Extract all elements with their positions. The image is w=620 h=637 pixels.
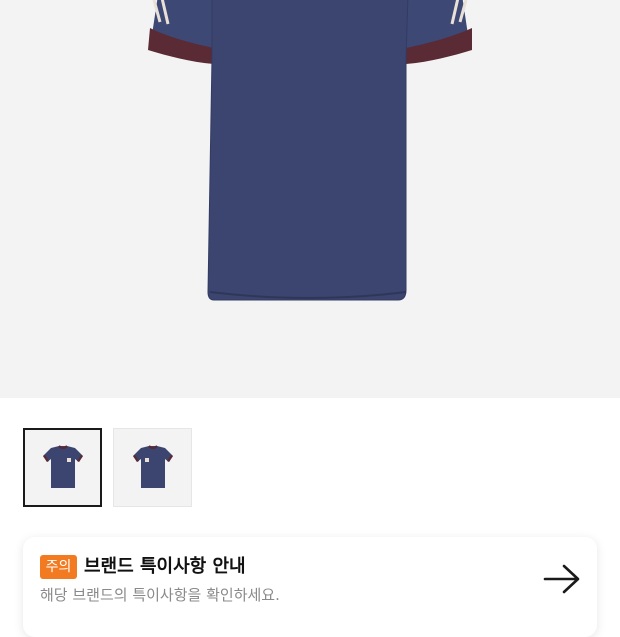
arrow-right-icon[interactable] bbox=[542, 563, 582, 595]
warning-badge: 주의 bbox=[40, 555, 77, 579]
thumbnail-2[interactable] bbox=[113, 428, 192, 507]
thumbnail-1[interactable] bbox=[23, 428, 102, 507]
product-main-image[interactable] bbox=[0, 0, 620, 398]
notice-description: 해당 브랜드의 특이사항을 확인하세요. bbox=[40, 586, 280, 604]
jersey-thumbnail-icon bbox=[42, 444, 83, 488]
notice-title: 브랜드 특이사항 안내 bbox=[84, 556, 246, 577]
jersey-illustration bbox=[148, 0, 472, 301]
thumbnail-list bbox=[23, 428, 192, 507]
brand-notice-card[interactable]: 주의 브랜드 특이사항 안내 해당 브랜드의 특이사항을 확인하세요. bbox=[23, 537, 597, 637]
jersey-thumbnail-icon bbox=[132, 444, 173, 488]
